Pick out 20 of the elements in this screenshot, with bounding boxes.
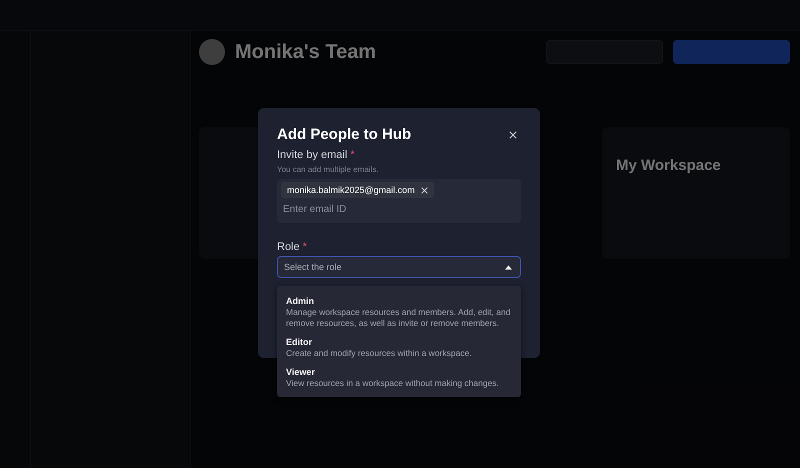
role-option[interactable]: Admin Manage workspace resources and members. Add, edit, and remove resources, as well as invite or remove members. [277, 292, 521, 333]
team-avatar [199, 39, 225, 65]
role-option[interactable]: Editor Create and modify resources within a workspace. [277, 333, 521, 363]
team-title: Monika's Team [235, 40, 378, 64]
field-hint: You can add multiple emails. [277, 165, 380, 174]
required-mark: * [302, 241, 307, 253]
chip-label: monika.balmik2025@gmail.com [287, 185, 415, 195]
field-label: Invite by email [277, 149, 348, 161]
caret-icon [505, 264, 512, 270]
close-icon[interactable] [509, 130, 517, 138]
workspace-card[interactable]: My Workspace [602, 127, 790, 259]
dialog-title: Add People to Hub [277, 126, 412, 143]
remove-icon[interactable] [420, 186, 428, 194]
workspace-title: My Workspace [616, 157, 721, 174]
email-field[interactable]: monika.balmik2025@gmail.com Enter email ID [277, 179, 521, 223]
role-select[interactable]: Select the role [277, 256, 521, 278]
field-label: Role [277, 241, 300, 253]
role-option[interactable]: Viewer View resources in a workspace without making changes. [277, 363, 521, 393]
required-mark: * [350, 149, 355, 161]
email-input[interactable]: Enter email ID [281, 202, 517, 217]
